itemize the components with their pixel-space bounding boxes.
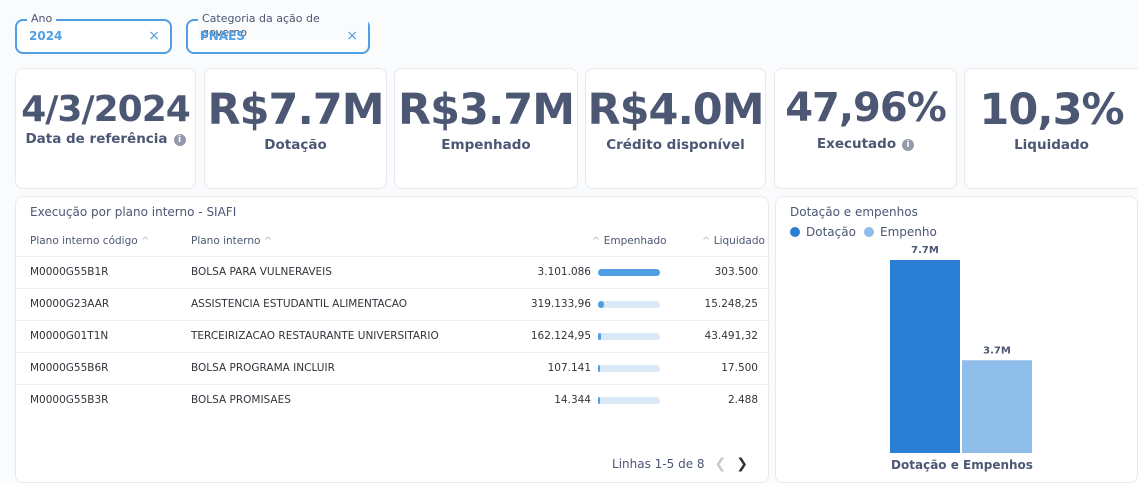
column-header-codigo[interactable]: Plano interno código ^ — [30, 235, 149, 247]
cell-codigo: M0000G23AAR — [30, 298, 110, 310]
bar-dotação[interactable] — [890, 260, 960, 453]
category-filter[interactable]: Categoria da ação de governo PNAES × — [186, 12, 370, 54]
column-header-label: Plano interno código — [30, 235, 138, 247]
table-row[interactable]: M0000G55B1R BOLSA PARA VULNERAVEIS 3.101.0… — [16, 256, 770, 288]
cell-liquidado: 15.248,25 — [704, 298, 758, 310]
cell-empenhado: 107.141 — [547, 362, 591, 374]
cell-plano: TERCEIRIZACAO RESTAURANTE UNIVERSITARIO — [191, 330, 439, 342]
cell-empenhado: 3.101.086 — [537, 266, 591, 278]
filter-bar: Ano 2024 × Categoria da ação de governo … — [0, 0, 1138, 66]
kpi-label: Crédito disponível — [606, 137, 745, 153]
cell-liquidado: 303.500 — [714, 266, 758, 278]
cell-codigo: M0000G55B6R — [30, 362, 109, 374]
empenhado-bar-fill — [598, 333, 601, 340]
kpi-liquidado: 10,3% Liquidado — [964, 68, 1138, 189]
cell-plano: BOLSA PROMISAES — [191, 394, 291, 406]
plano-interno-table-card: Execução por plano interno - SIAFI Plano… — [15, 196, 770, 483]
empenhado-bar-track — [598, 365, 660, 372]
cell-liquidado: 2.488 — [727, 394, 758, 406]
kpi-value: 4/3/2024 — [21, 89, 191, 130]
previous-page-icon[interactable]: ❮ — [715, 456, 727, 472]
sort-arrow-icon: ^ — [141, 236, 150, 247]
year-filter-value: 2024 — [29, 29, 63, 43]
cell-empenhado: 319.133,96 — [530, 298, 591, 310]
empenhado-bar-fill — [598, 301, 604, 308]
kpi-label: Data de referência i — [16, 131, 195, 147]
kpi-label-text: Executado — [816, 136, 897, 152]
kpi-label: Liquidado — [1014, 137, 1089, 153]
sort-arrow-icon: ^ — [592, 236, 601, 247]
table-row[interactable]: M0000G55B6R BOLSA PROGRAMA INCLUIR 107.141… — [16, 352, 770, 384]
kpi-value: 47,96% — [785, 85, 947, 131]
kpi-label: Dotação — [264, 137, 327, 153]
kpi-empenhado: R$3.7M Empenhado — [394, 68, 578, 189]
kpi-credito-disponivel: R$4.0M Crédito disponível — [585, 68, 766, 189]
column-header-label: Liquidado — [713, 235, 765, 247]
cell-liquidado: 17.500 — [721, 362, 758, 374]
kpi-reference-date: 4/3/2024 Data de referência i — [15, 68, 196, 189]
info-icon[interactable]: i — [173, 134, 186, 146]
kpi-value: R$4.0M — [587, 85, 765, 135]
clear-year-filter-icon[interactable]: × — [148, 28, 160, 44]
data-label: 3.7M — [983, 345, 1011, 356]
dotacao-empenhos-chart-card: Dotação e empenhos Dotação Empenho 7.7M 3… — [775, 196, 1138, 483]
kpi-label: Empenhado — [441, 137, 531, 153]
x-axis-label: Dotação e Empenhos — [891, 458, 1033, 472]
sort-arrow-icon: ^ — [702, 236, 711, 247]
column-header-empenhado[interactable]: ^ Empenhado — [592, 235, 667, 247]
cell-codigo: M0000G55B1R — [30, 266, 109, 278]
table-row[interactable]: M0000G23AAR ASSISTENCIA ESTUDANTIL ALIMEN… — [16, 288, 770, 320]
table-row[interactable]: M0000G01T1N TERCEIRIZACAO RESTAURANTE UNI… — [16, 320, 770, 352]
column-header-label: Plano interno — [191, 235, 261, 247]
kpi-executado: 47,96% Executado i — [774, 68, 957, 189]
cell-codigo: M0000G55B3R — [30, 394, 109, 406]
next-page-icon[interactable]: ❯ — [736, 456, 748, 472]
cell-plano: BOLSA PARA VULNERAVEIS — [191, 266, 332, 278]
empenhado-bar-fill — [598, 397, 600, 404]
clear-category-filter-icon[interactable]: × — [346, 28, 358, 44]
empenhado-bar-fill — [598, 365, 600, 372]
info-icon[interactable]: i — [902, 139, 915, 151]
kpi-value: R$3.7M — [398, 85, 575, 135]
column-header-plano[interactable]: Plano interno ^ — [191, 235, 272, 247]
cell-plano: ASSISTENCIA ESTUDANTIL ALIMENTACAO — [191, 298, 408, 310]
kpi-value: R$7.7M — [207, 85, 385, 135]
table-title: Execução por plano interno - SIAFI — [30, 205, 237, 219]
pagination-label: Linhas 1-5 de 8 — [612, 457, 705, 471]
cell-liquidado: 43.491,32 — [704, 330, 758, 342]
kpi-dotacao: R$7.7M Dotação — [204, 68, 387, 189]
cell-empenhado: 14.344 — [554, 394, 591, 406]
cell-empenhado: 162.124,95 — [530, 330, 591, 342]
column-header-liquidado[interactable]: ^ Liquidado — [702, 235, 765, 247]
column-header-label: Empenhado — [603, 235, 667, 247]
empenhado-bar-track — [598, 301, 660, 308]
pagination: Linhas 1-5 de 8 ❮ ❯ — [612, 456, 748, 472]
bar-chart: 7.7M 3.7M Dotação e Empenhos — [890, 245, 1033, 472]
category-filter-value: PNAES — [200, 29, 245, 43]
kpi-label: Executado i — [775, 136, 956, 152]
kpi-value: 10,3% — [979, 85, 1124, 135]
data-label: 7.7M — [911, 245, 939, 256]
year-filter-label: Ano — [27, 12, 57, 26]
sort-arrow-icon: ^ — [263, 236, 273, 247]
empenhado-bar-track — [598, 269, 660, 276]
kpi-label-text: Data de referência — [25, 131, 168, 147]
year-filter[interactable]: Ano 2024 × — [15, 12, 172, 54]
empenhado-bar-track — [598, 397, 660, 404]
empenhado-bar-track — [598, 333, 660, 340]
bar-empenho[interactable] — [962, 360, 1032, 453]
cell-codigo: M0000G01T1N — [30, 330, 109, 342]
empenhado-bar-fill — [598, 269, 660, 276]
table-row[interactable]: M0000G55B3R BOLSA PROMISAES 14.344 2.488 — [16, 384, 770, 416]
cell-plano: BOLSA PROGRAMA INCLUIR — [191, 362, 335, 374]
